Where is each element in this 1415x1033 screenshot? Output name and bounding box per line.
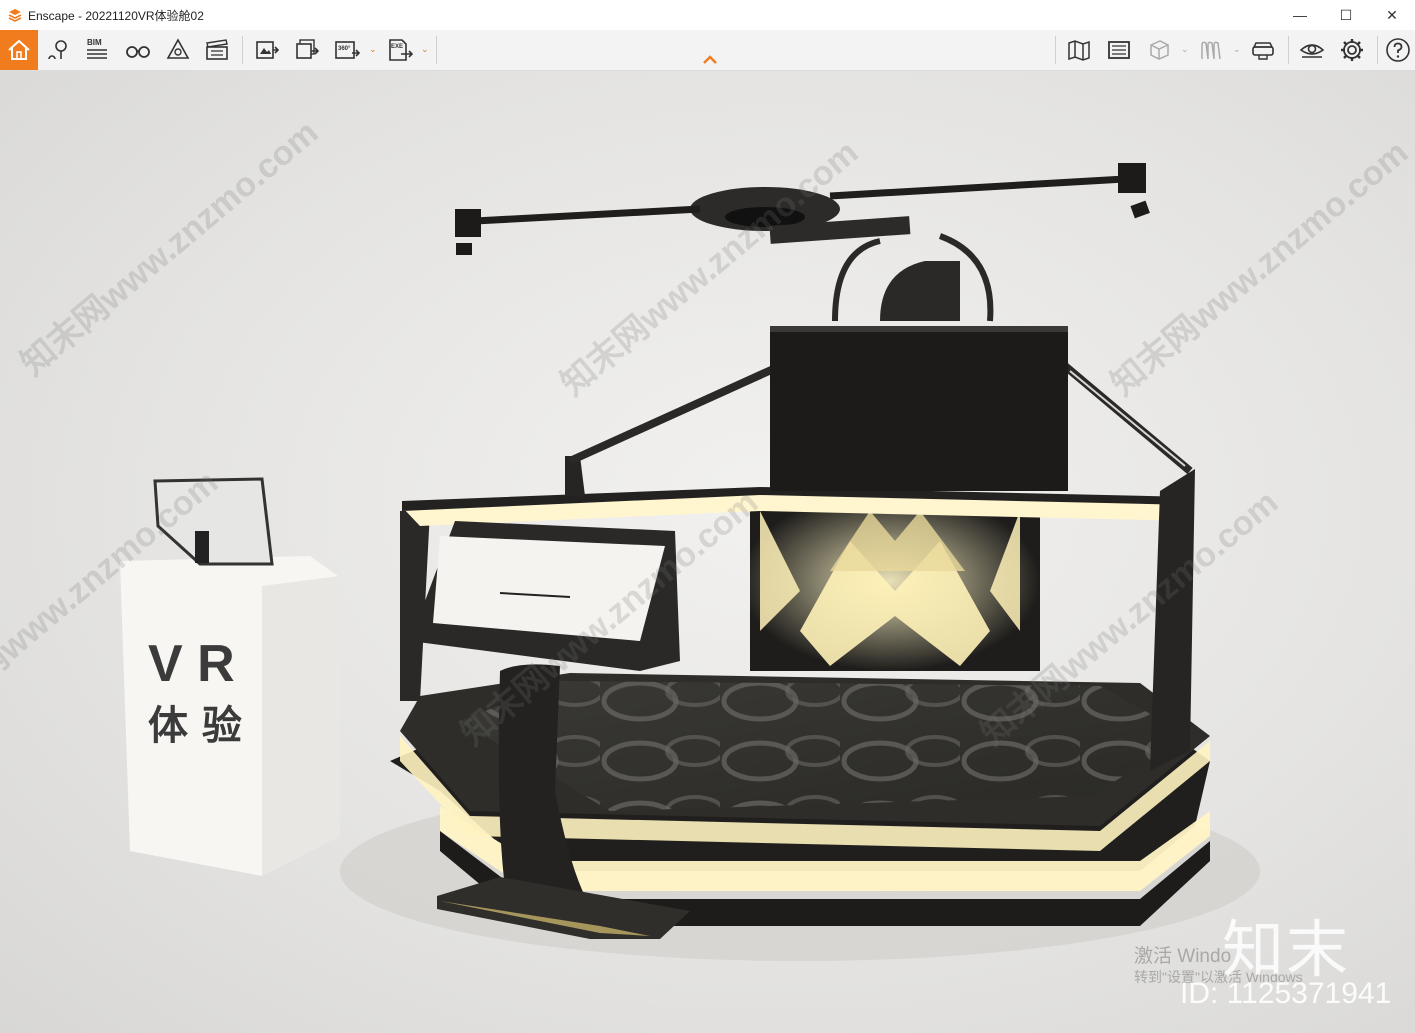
video-editor-button[interactable] [201, 34, 233, 66]
brand-logo: 知末 [1222, 913, 1351, 986]
bim-button[interactable]: BIM [81, 34, 113, 66]
map-icon [1068, 40, 1090, 61]
bim-icon: BIM [87, 38, 107, 59]
materials-button[interactable] [1143, 34, 1175, 66]
export-exe-button[interactable]: EXE [384, 34, 416, 66]
window-title: Enscape - 20221120VR体验舱02 [28, 8, 204, 23]
title-bar: Enscape - 20221120VR体验舱02 — ☐ ✕ [0, 0, 1415, 30]
binoculars-icon [126, 46, 150, 58]
render-image-icon [256, 41, 280, 59]
assets-button[interactable] [162, 34, 194, 66]
screenshot-button[interactable] [251, 34, 283, 66]
clapperboard-icon [206, 39, 228, 60]
batch-render-button[interactable] [291, 34, 323, 66]
svg-text:360°: 360° [338, 46, 351, 52]
location-button[interactable] [42, 34, 74, 66]
material-editor-button[interactable] [1195, 34, 1227, 66]
collapse-toolbar-chevron-icon[interactable] [700, 52, 720, 66]
visual-settings-button[interactable] [1296, 34, 1328, 66]
chevron-down-icon[interactable]: ⌄ [369, 44, 377, 55]
enscape-logo-icon [8, 9, 22, 22]
binoculars-button[interactable] [122, 34, 154, 66]
chevron-down-icon[interactable]: ⌄ [1233, 44, 1241, 55]
kiosk-label-tiyan: 体 验 [148, 703, 242, 749]
vr-headset-icon [1252, 42, 1274, 60]
gear-icon [1341, 39, 1363, 61]
maximize-button[interactable]: ☐ [1323, 0, 1369, 30]
eye-icon [1299, 44, 1325, 58]
help-button[interactable] [1382, 34, 1414, 66]
home-button[interactable] [0, 30, 38, 70]
vr-headset-button[interactable] [1247, 34, 1279, 66]
panorama-button[interactable]: 360° [331, 34, 363, 66]
chevron-down-icon[interactable]: ⌄ [421, 44, 429, 55]
image-id-label: ID: 1125371941 [1180, 977, 1392, 1010]
asset-library-icon [166, 38, 190, 59]
capture-manager-icon [1108, 41, 1130, 59]
cube-icon [1150, 40, 1169, 60]
export-exe-icon: EXE [389, 39, 413, 61]
close-button[interactable]: ✕ [1369, 0, 1415, 30]
svg-text:EXE: EXE [391, 44, 403, 50]
panorama-360-icon: 360° [335, 41, 360, 59]
minimize-button[interactable]: — [1277, 0, 1323, 30]
render-viewport[interactable]: V R 体 验 知末网www.znzmo.com 知末网www.znzmo.co… [0, 71, 1415, 1033]
home-icon [8, 39, 30, 60]
chevron-down-icon[interactable]: ⌄ [1181, 44, 1189, 55]
settings-button[interactable] [1336, 34, 1368, 66]
help-icon [1386, 38, 1410, 62]
svg-text:BIM: BIM [87, 38, 102, 47]
capture-manager-button[interactable] [1103, 34, 1135, 66]
material-editor-icon [1201, 41, 1221, 60]
batch-render-icon [296, 39, 320, 59]
windows-activation-title: 激活 Windo [1134, 946, 1232, 967]
map-view-button[interactable] [1063, 34, 1095, 66]
map-pin-icon [48, 40, 67, 60]
kiosk-label-vr: V R [148, 635, 235, 693]
